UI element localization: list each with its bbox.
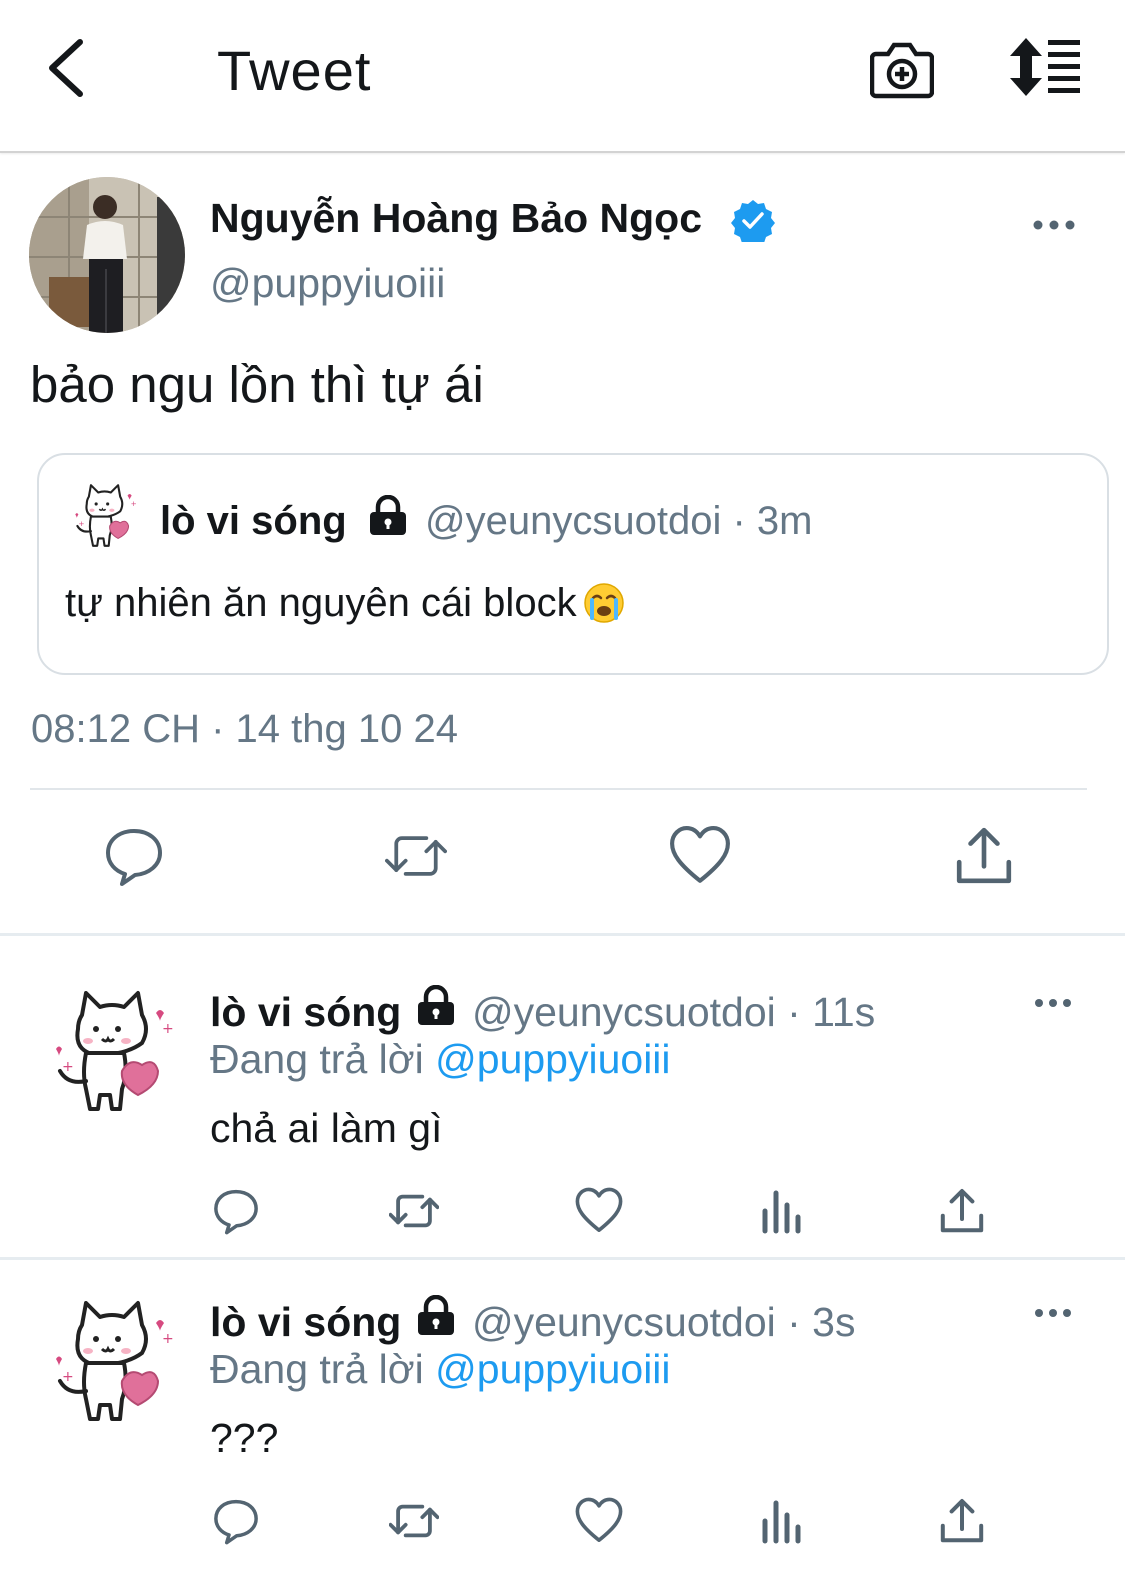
- mention-link[interactable]: @puppyiuoiii: [435, 1346, 670, 1392]
- quote-handle-time: @yeunycsuotdoi · 3m: [425, 499, 813, 543]
- share-icon[interactable]: [953, 825, 1015, 887]
- loudly-crying-emoji: [583, 583, 624, 623]
- lock-icon: [418, 1295, 454, 1335]
- like-icon[interactable]: [574, 1187, 624, 1235]
- reply-avatar[interactable]: + +: [44, 985, 178, 1119]
- main-tweet-actions: [0, 825, 1125, 895]
- author-handle[interactable]: @puppyiuoiii: [210, 260, 445, 307]
- back-arrow-icon: [49, 39, 83, 97]
- sort-replies-button[interactable]: [1006, 38, 1084, 96]
- svg-text:+: +: [78, 519, 84, 528]
- analytics-icon[interactable]: [757, 1497, 807, 1545]
- reply-actions: [0, 1187, 1125, 1237]
- reply-text: ???: [210, 1415, 279, 1461]
- reply-text: chả ai làm gì: [210, 1105, 443, 1151]
- tweet-timestamp: 08:12 CH · 14 thg 10 24: [31, 707, 458, 751]
- reply-icon[interactable]: [103, 825, 165, 887]
- retweet-icon[interactable]: [389, 1497, 439, 1545]
- reply-icon[interactable]: [211, 1497, 261, 1545]
- replying-to: Đang trả lời @puppyiuoiii: [210, 1346, 671, 1392]
- retweet-icon[interactable]: [389, 1187, 439, 1235]
- camera-button[interactable]: [870, 38, 934, 100]
- like-icon[interactable]: [669, 825, 731, 887]
- lock-icon: [418, 985, 454, 1025]
- quoted-tweet[interactable]: + + lò vi sóng @yeunycsuotdoi · 3m tự nh…: [37, 453, 1109, 675]
- share-icon[interactable]: [937, 1497, 987, 1545]
- reply-avatar[interactable]: + +: [44, 1295, 178, 1429]
- top-navigation-bar: Tweet: [0, 0, 1125, 153]
- more-icon[interactable]: [1033, 1305, 1073, 1321]
- quote-author-name: lò vi sóng: [160, 499, 347, 543]
- back-button[interactable]: [40, 36, 96, 100]
- page-title: Tweet: [217, 39, 372, 102]
- quote-text: tự nhiên ăn nguyên cái block: [65, 581, 625, 626]
- reply-author-name: lò vi sóng: [210, 989, 402, 1035]
- svg-text:+: +: [162, 1331, 174, 1347]
- verified-badge-icon: [731, 200, 775, 242]
- lock-icon: [370, 495, 406, 535]
- mention-link[interactable]: @puppyiuoiii: [435, 1036, 670, 1082]
- tweet-text: bảo ngu lồn thì tự ái: [30, 356, 484, 413]
- svg-text:+: +: [131, 499, 137, 508]
- divider: [0, 1257, 1125, 1260]
- reply-icon[interactable]: [211, 1187, 261, 1235]
- author-avatar[interactable]: [29, 177, 185, 333]
- divider: [0, 933, 1125, 936]
- reply-actions: [0, 1497, 1125, 1547]
- more-icon[interactable]: [1033, 995, 1073, 1011]
- share-icon[interactable]: [937, 1187, 987, 1235]
- more-icon[interactable]: [1030, 215, 1078, 235]
- author-name[interactable]: Nguyễn Hoàng Bảo Ngọc: [210, 195, 702, 242]
- sort-icon: [1010, 38, 1080, 96]
- svg-text:+: +: [162, 1021, 174, 1037]
- reply-author-name: lò vi sóng: [210, 1299, 402, 1345]
- svg-text:+: +: [62, 1059, 74, 1075]
- replying-to: Đang trả lời @puppyiuoiii: [210, 1036, 671, 1082]
- retweet-icon[interactable]: [385, 825, 447, 887]
- svg-text:+: +: [62, 1369, 74, 1385]
- divider: [30, 788, 1087, 790]
- reply-handle-time: @yeunycsuotdoi · 3s: [472, 1299, 856, 1345]
- camera-plus-icon: [870, 42, 934, 99]
- quote-avatar[interactable]: + +: [69, 481, 139, 551]
- analytics-icon[interactable]: [757, 1187, 807, 1235]
- like-icon[interactable]: [574, 1497, 624, 1545]
- reply-handle-time: @yeunycsuotdoi · 11s: [472, 989, 876, 1035]
